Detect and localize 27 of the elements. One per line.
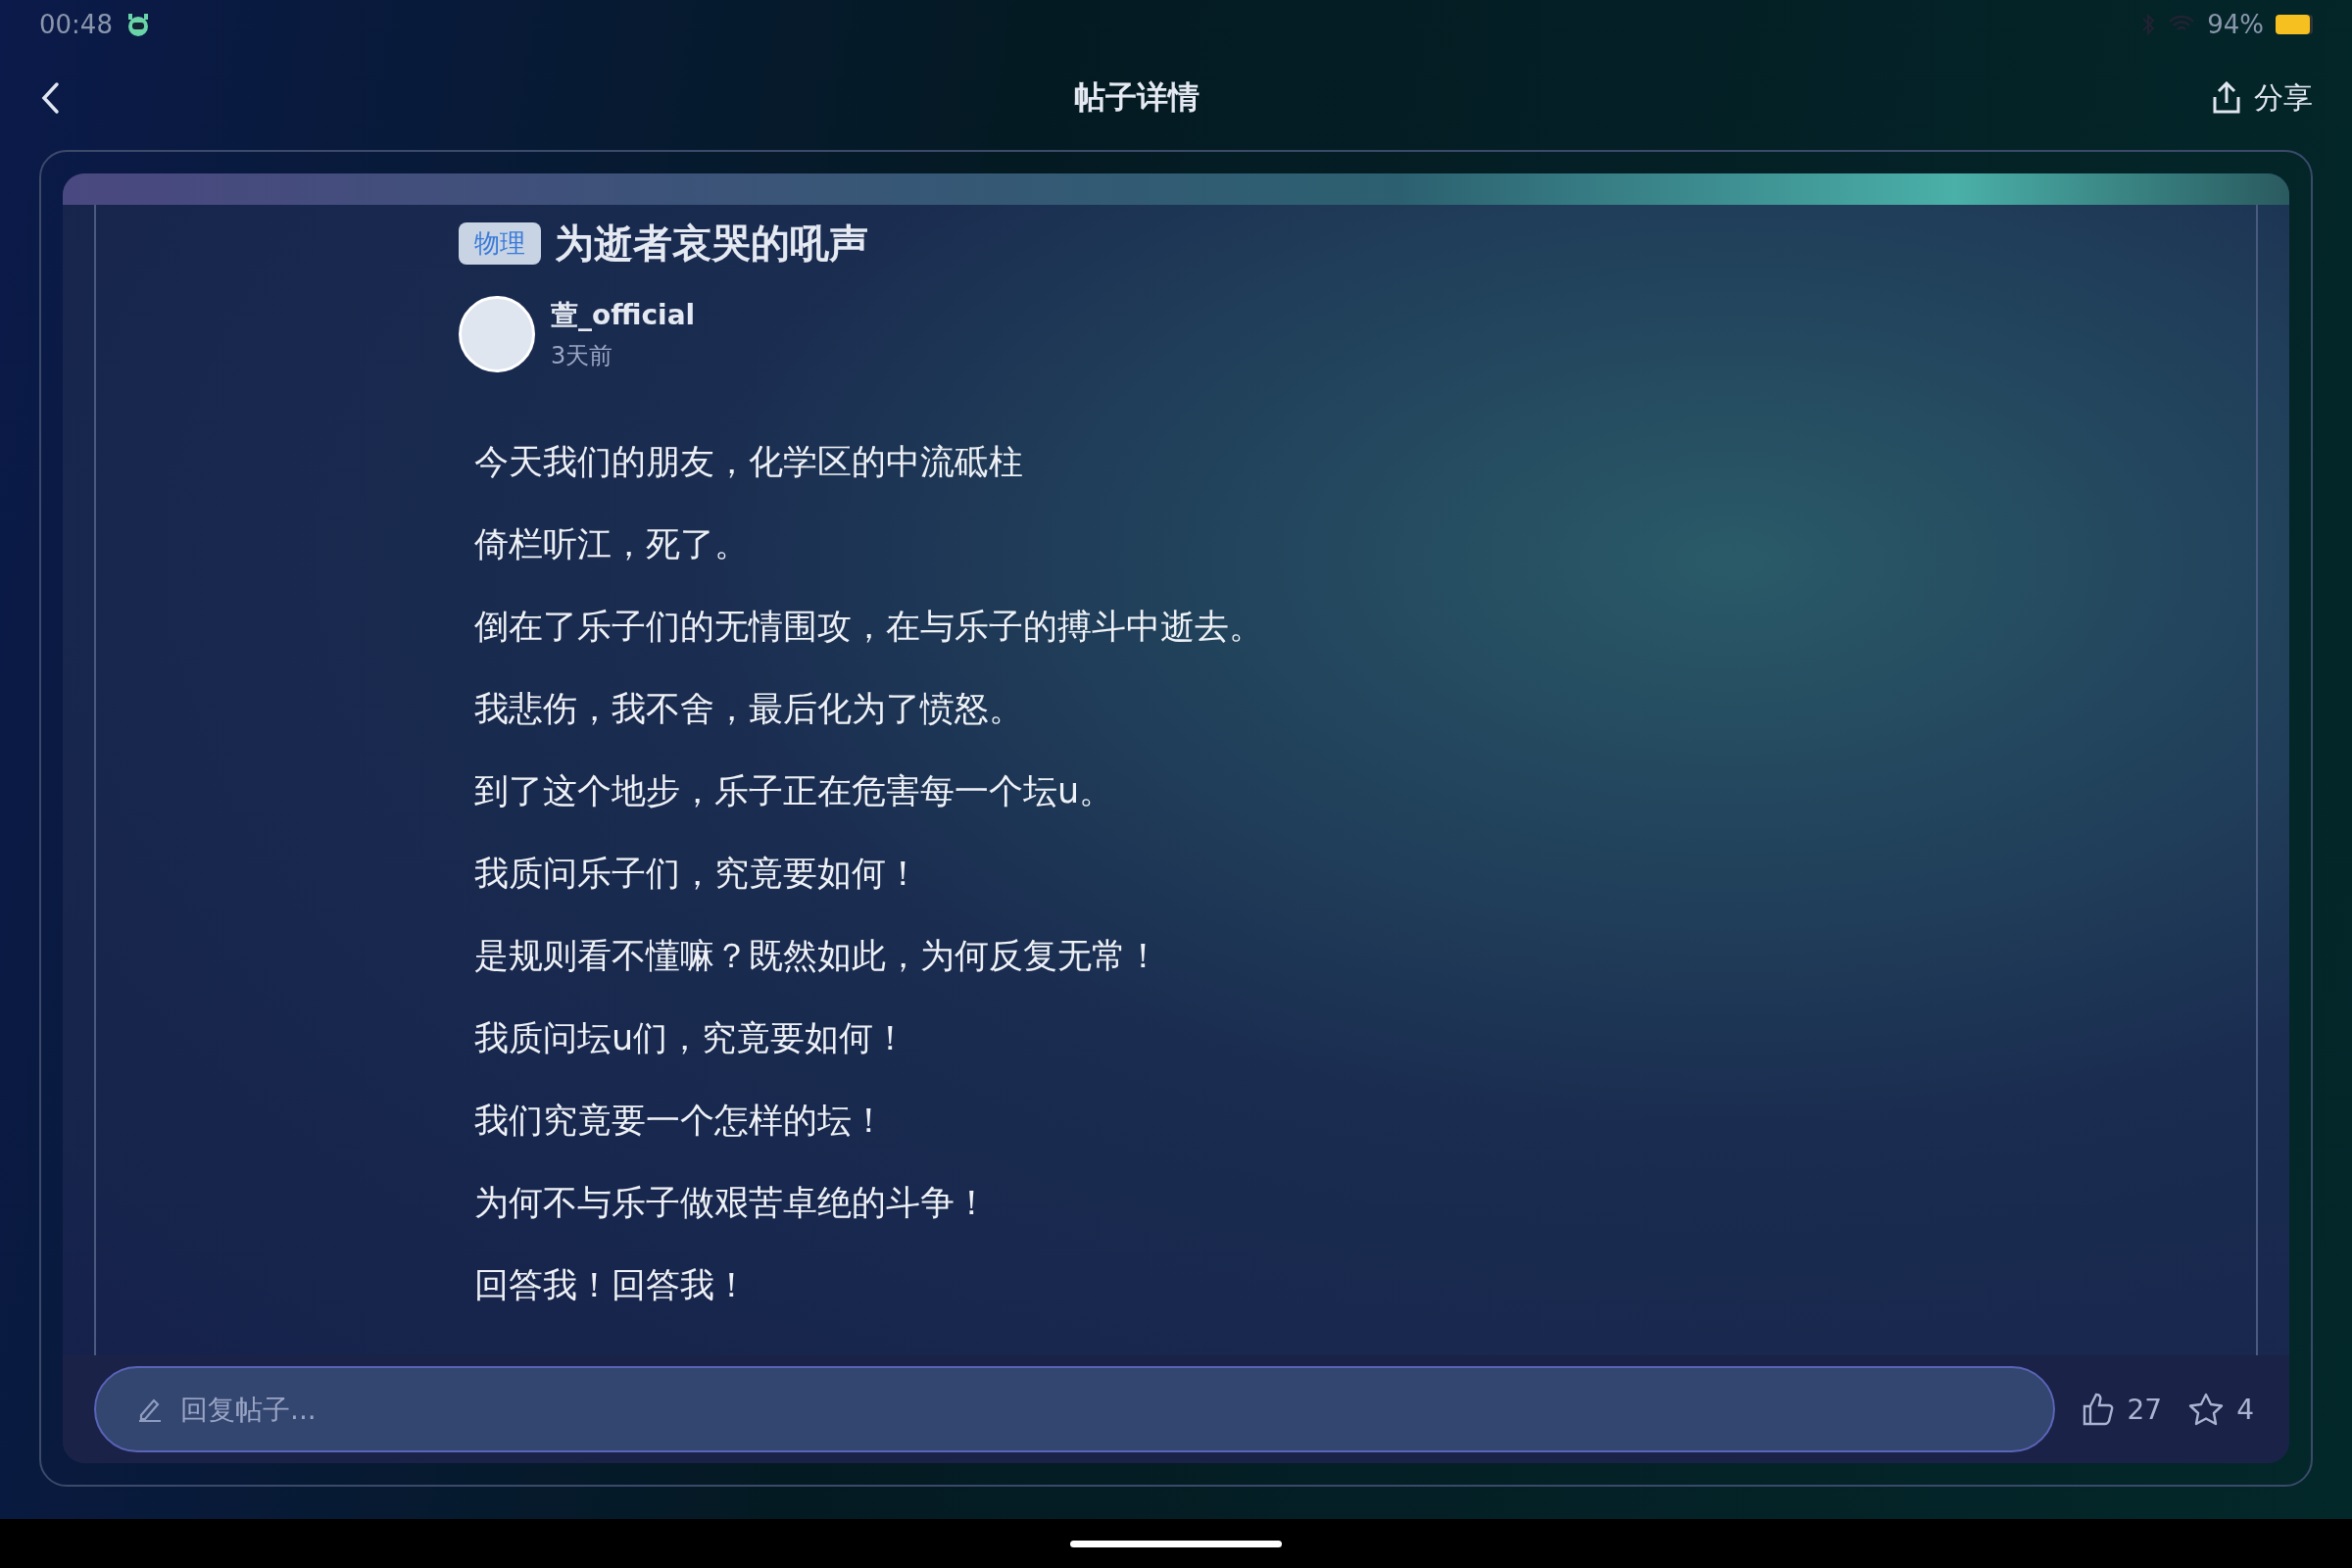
like-button[interactable]: 27	[2080, 1392, 2163, 1427]
post-text-line: 我们究竟要一个怎样的坛！	[474, 1102, 887, 1140]
post-time: 3天前	[551, 341, 614, 371]
category-tag: 物理	[459, 222, 541, 265]
post-text-line: 到了这个地步，乐子正在危害每一个坛u。	[474, 772, 1115, 810]
post-text-line: 为何不与乐子做艰苦卓绝的斗争！	[474, 1184, 990, 1222]
home-indicator[interactable]	[1070, 1540, 1282, 1547]
share-icon	[2211, 81, 2242, 115]
status-time: 00:48	[39, 10, 113, 39]
post-text-line: 是规则看不懂嘛？既然如此，为何反复无常！	[474, 937, 1161, 975]
post-text-line: 倚栏听江，死了。	[474, 525, 750, 564]
favorite-button[interactable]: 4	[2187, 1392, 2254, 1427]
page-title: 帖子详情	[1074, 77, 1200, 118]
post-text-line: 我质问坛u们，究竟要如何！	[474, 1019, 909, 1057]
battery-percent: 94%	[2207, 10, 2264, 39]
battery-icon	[2276, 15, 2313, 34]
post-text-line: 我悲伤，我不舍，最后化为了愤怒。	[474, 690, 1024, 728]
author-name: 萱_official	[551, 298, 696, 333]
post-text-line: 今天我们的朋友，化学区的中流砥柱	[474, 443, 1024, 481]
reply-field[interactable]: 回复帖子...	[94, 1366, 2055, 1452]
share-button[interactable]: 分享	[2211, 77, 2313, 119]
post-text-line: 回答我！回答我！	[474, 1266, 750, 1304]
bluetooth-icon	[2140, 13, 2157, 36]
post-text-line: 倒在了乐子们的无情围攻，在与乐子的搏斗中逝去。	[474, 608, 1264, 646]
post-title: 为逝者哀哭的吼声	[555, 220, 868, 268]
post-text-line: 我质问乐子们，究竟要如何！	[474, 855, 921, 893]
star-icon	[2187, 1392, 2226, 1427]
